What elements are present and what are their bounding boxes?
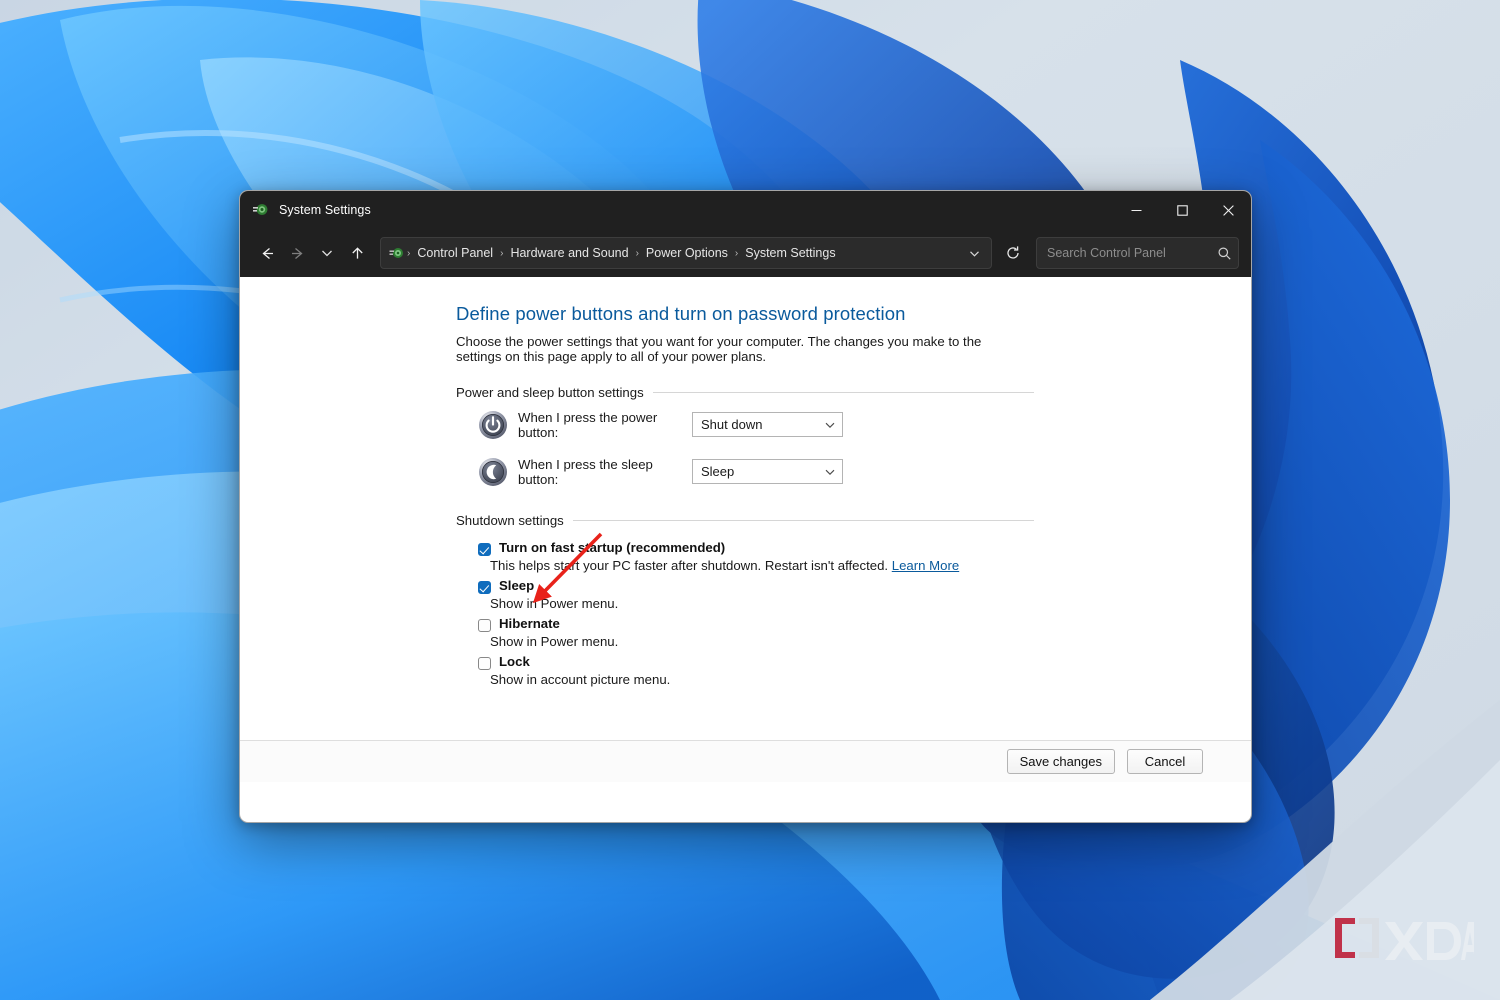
sleep-button-action-select[interactable]: Sleep bbox=[692, 459, 843, 485]
breadcrumb-separator: › bbox=[407, 247, 411, 259]
shutdown-group-label: Shutdown settings bbox=[456, 512, 564, 528]
up-button[interactable] bbox=[342, 238, 372, 268]
power-button-row: When I press the power button: Shut down bbox=[478, 410, 1034, 440]
chevron-down-icon bbox=[825, 422, 835, 428]
sleep-row[interactable]: Sleep bbox=[478, 578, 1034, 594]
page-description: Choose the power settings that you want … bbox=[456, 334, 982, 365]
breadcrumb-separator: › bbox=[635, 247, 639, 259]
breadcrumb-item-system-settings[interactable]: System Settings bbox=[740, 243, 840, 263]
power-button-action-value: Shut down bbox=[701, 417, 763, 433]
sleep-description: Show in Power menu. bbox=[490, 595, 619, 611]
sleep-button-row: When I press the sleep button: Sleep bbox=[478, 457, 1034, 487]
group-divider bbox=[572, 519, 1034, 521]
maximize-button[interactable] bbox=[1159, 191, 1205, 229]
fast-startup-description-text: This helps start your PC faster after sh… bbox=[490, 557, 889, 573]
sleep-checkbox[interactable] bbox=[478, 580, 491, 594]
shutdown-group-header: Shutdown settings bbox=[456, 513, 1034, 528]
fast-startup-description: This helps start your PC faster after sh… bbox=[490, 558, 1034, 573]
breadcrumb-item-control-panel[interactable]: Control Panel bbox=[412, 243, 498, 263]
sleep-button-action-value: Sleep bbox=[701, 464, 735, 480]
hibernate-checkbox[interactable] bbox=[478, 618, 491, 632]
search-input[interactable] bbox=[1047, 246, 1217, 260]
system-settings-window: System Settings › Control Panel › Hardwa… bbox=[239, 190, 1252, 823]
lock-description: Show in account picture menu. bbox=[490, 671, 671, 687]
window-title: System Settings bbox=[279, 203, 371, 217]
shutdown-settings-group: Shutdown settings Turn on fast startup (… bbox=[456, 513, 1034, 687]
power-button-label: When I press the power button: bbox=[518, 409, 658, 440]
minimize-button[interactable] bbox=[1113, 191, 1159, 229]
power-button-icon bbox=[479, 410, 507, 439]
settings-content: Define power buttons and turn on passwor… bbox=[240, 277, 1251, 782]
search-control-panel-box[interactable] bbox=[1036, 237, 1239, 269]
control-panel-icon bbox=[389, 248, 403, 258]
hibernate-row[interactable]: Hibernate bbox=[478, 616, 1034, 632]
chevron-down-icon bbox=[969, 250, 979, 257]
search-icon bbox=[1218, 247, 1231, 260]
power-group-label: Power and sleep button settings bbox=[456, 384, 644, 400]
breadcrumb-item-power-options[interactable]: Power Options bbox=[641, 243, 733, 263]
sleep-label: Sleep bbox=[499, 577, 535, 593]
fast-startup-checkbox[interactable] bbox=[478, 542, 491, 556]
recent-locations-button[interactable] bbox=[312, 238, 342, 268]
forward-button[interactable] bbox=[282, 238, 312, 268]
refresh-button[interactable] bbox=[998, 238, 1028, 268]
dialog-footer: Save changes Cancel bbox=[240, 740, 1251, 782]
cancel-button[interactable]: Cancel bbox=[1127, 749, 1203, 774]
chevron-down-icon bbox=[825, 469, 835, 475]
refresh-icon bbox=[1007, 246, 1019, 259]
breadcrumb-separator: › bbox=[500, 247, 504, 259]
close-button[interactable] bbox=[1205, 191, 1251, 229]
fast-startup-label: Turn on fast startup (recommended) bbox=[499, 539, 726, 555]
lock-checkbox[interactable] bbox=[478, 656, 491, 670]
breadcrumb-separator: › bbox=[734, 247, 739, 259]
sleep-button-label: When I press the sleep button: bbox=[518, 456, 653, 487]
forward-arrow-icon bbox=[291, 247, 303, 259]
breadcrumb: › Control Panel › Hardware and Sound › P… bbox=[405, 243, 961, 263]
save-changes-button[interactable]: Save changes bbox=[1006, 749, 1115, 774]
address-dropdown-button[interactable] bbox=[961, 240, 987, 266]
navigation-toolbar: › Control Panel › Hardware and Sound › P… bbox=[240, 229, 1251, 277]
up-arrow-icon bbox=[351, 246, 363, 259]
lock-label: Lock bbox=[499, 653, 530, 669]
xda-watermark bbox=[1335, 918, 1474, 960]
back-button[interactable] bbox=[252, 238, 282, 268]
window-titlebar[interactable]: System Settings bbox=[240, 191, 1251, 229]
hibernate-label: Hibernate bbox=[499, 615, 560, 631]
breadcrumb-item-hardware-and-sound[interactable]: Hardware and Sound bbox=[505, 243, 633, 263]
sleep-button-icon bbox=[479, 457, 507, 486]
learn-more-link[interactable]: Learn More bbox=[892, 558, 959, 573]
lock-row[interactable]: Lock bbox=[478, 654, 1034, 670]
address-bar[interactable]: › Control Panel › Hardware and Sound › P… bbox=[380, 237, 992, 269]
window-controls bbox=[1113, 191, 1251, 229]
power-button-action-select[interactable]: Shut down bbox=[692, 412, 843, 438]
page-title: Define power buttons and turn on passwor… bbox=[456, 303, 906, 324]
chevron-down-icon bbox=[322, 250, 332, 257]
system-settings-icon bbox=[253, 204, 268, 215]
hibernate-description: Show in Power menu. bbox=[490, 633, 619, 649]
fast-startup-row[interactable]: Turn on fast startup (recommended) bbox=[478, 540, 1034, 556]
power-group-header: Power and sleep button settings bbox=[456, 385, 1034, 400]
back-arrow-icon bbox=[261, 247, 273, 259]
group-divider bbox=[652, 391, 1034, 393]
